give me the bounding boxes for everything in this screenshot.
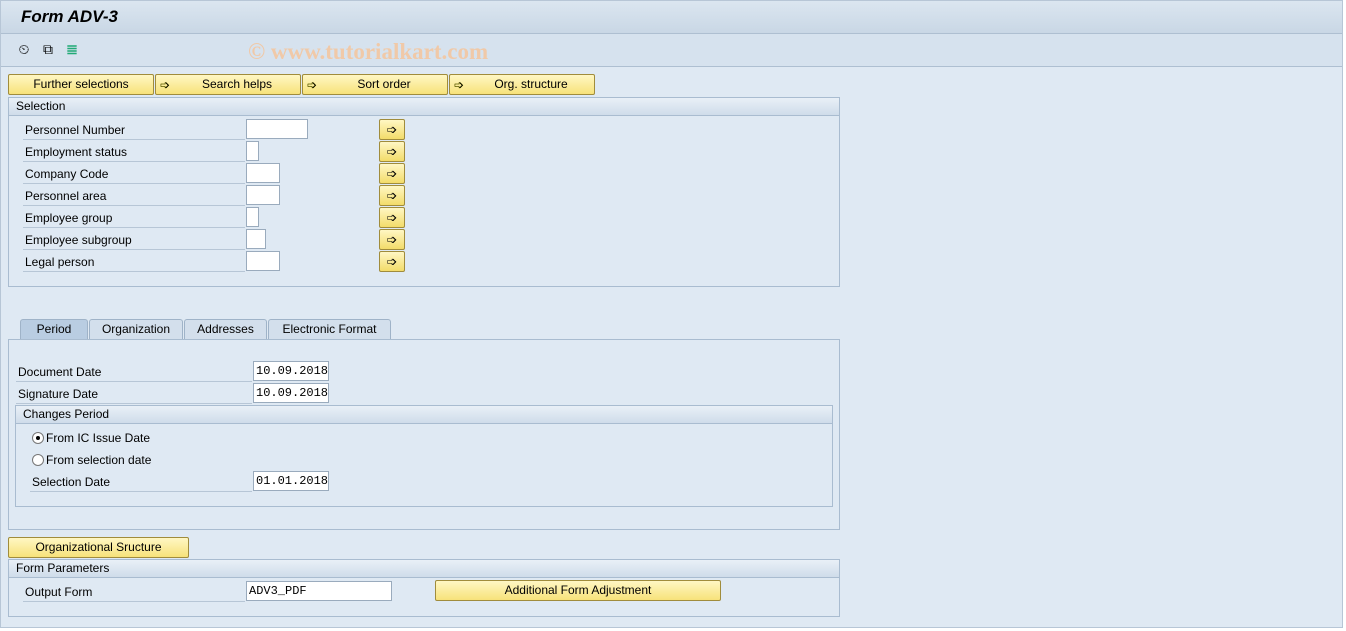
- selection-field-label: Company Code: [23, 163, 245, 184]
- multiple-selection-button[interactable]: ➩: [379, 251, 405, 272]
- tab-addresses[interactable]: Addresses: [184, 319, 267, 339]
- tab-period[interactable]: Period: [20, 319, 88, 339]
- from-selection-date-label: From selection date: [46, 453, 152, 467]
- output-form-input[interactable]: ADV3_PDF: [246, 581, 392, 601]
- arrow-right-icon: ➩: [386, 144, 398, 159]
- button-label: Search helps: [201, 77, 273, 91]
- selection-field-input[interactable]: [246, 185, 280, 205]
- title-bar: Form ADV-3: [1, 1, 1342, 34]
- arrow-right-icon: ➩: [386, 122, 398, 137]
- selection-field-input[interactable]: [246, 163, 280, 183]
- selection-field-input[interactable]: [246, 207, 259, 227]
- selection-field-label: Employment status: [23, 141, 245, 162]
- watermark: © www.tutorialkart.com: [248, 39, 489, 64]
- multiple-selection-button[interactable]: ➩: [379, 185, 405, 206]
- multiple-selection-button[interactable]: ➩: [379, 163, 405, 184]
- arrow-icon: [307, 76, 317, 95]
- selection-field-input[interactable]: [246, 229, 266, 249]
- tab-organization[interactable]: Organization: [89, 319, 183, 339]
- sort-order-button[interactable]: Sort order: [302, 74, 448, 95]
- selection-field-label: Employee subgroup: [23, 229, 245, 250]
- selection-field-label: Employee group: [23, 207, 245, 228]
- button-label: Sort order: [357, 77, 411, 91]
- copy-variant-icon[interactable]: ⧉: [40, 41, 56, 57]
- selection-date-input[interactable]: 01.01.2018: [253, 471, 329, 491]
- page-title: Form ADV-3: [21, 7, 118, 26]
- arrow-right-icon: ➩: [386, 210, 398, 225]
- multiple-selection-button[interactable]: ➩: [379, 207, 405, 228]
- selection-field-label: Personnel Number: [23, 119, 245, 140]
- selection-field-input[interactable]: [246, 251, 280, 271]
- search-helps-button[interactable]: Search helps: [155, 74, 301, 95]
- group-title: Form Parameters: [9, 560, 839, 578]
- multiple-selection-button[interactable]: ➩: [379, 119, 405, 140]
- selection-field-input[interactable]: [246, 141, 259, 161]
- org-structure-button[interactable]: Org. structure: [449, 74, 595, 95]
- arrow-icon: [160, 76, 170, 95]
- button-label: Further selections: [33, 77, 129, 91]
- arrow-right-icon: ➩: [386, 232, 398, 247]
- arrow-right-icon: ➩: [386, 166, 398, 181]
- selection-field-label: Personnel area: [23, 185, 245, 206]
- output-form-label: Output Form: [23, 581, 245, 602]
- multiple-selection-button[interactable]: ➩: [379, 141, 405, 162]
- selection-date-label: Selection Date: [30, 471, 252, 492]
- arrow-right-icon: ➩: [386, 188, 398, 203]
- additional-form-adjustment-button[interactable]: Additional Form Adjustment: [435, 580, 721, 601]
- execute-clock-icon[interactable]: ⏲: [16, 41, 32, 57]
- selection-field-label: Legal person: [23, 251, 245, 272]
- selection-field-input[interactable]: [246, 119, 308, 139]
- tab-electronic-format[interactable]: Electronic Format: [268, 319, 391, 339]
- organizational-structure-button[interactable]: Organizational Sructure: [8, 537, 189, 558]
- from-ic-issue-date-label: From IC Issue Date: [46, 431, 151, 445]
- selection-options-icon[interactable]: ≣: [64, 41, 80, 57]
- further-selections-button[interactable]: Further selections: [8, 74, 154, 95]
- arrow-right-icon: ➩: [386, 254, 398, 269]
- arrow-icon: [454, 76, 464, 95]
- from-selection-date-radio[interactable]: [32, 454, 44, 466]
- signature-date-label: Signature Date: [16, 383, 252, 404]
- document-date-label: Document Date: [16, 361, 252, 382]
- group-title: Selection: [9, 98, 839, 116]
- document-date-input[interactable]: 10.09.2018: [253, 361, 329, 381]
- application-toolbar: ⏲ ⧉ ≣ © www.tutorialkart.com: [1, 34, 1342, 67]
- from-ic-issue-date-radio[interactable]: [32, 432, 44, 444]
- button-label: Org. structure: [494, 77, 568, 91]
- multiple-selection-button[interactable]: ➩: [379, 229, 405, 250]
- group-title: Changes Period: [16, 406, 832, 424]
- signature-date-input[interactable]: 10.09.2018: [253, 383, 329, 403]
